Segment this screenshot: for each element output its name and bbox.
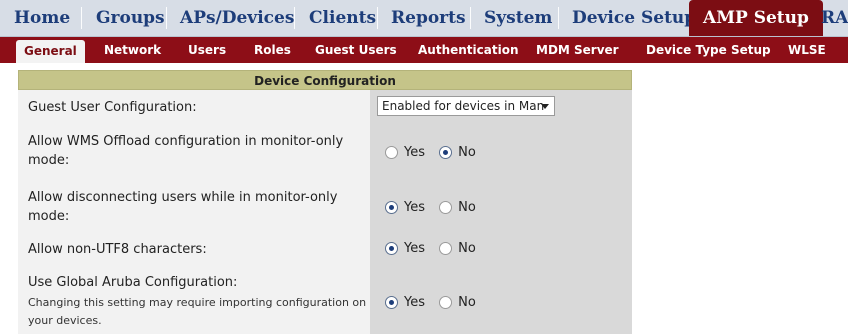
sub-navigation: General Network Users Roles Guest Users …: [0, 37, 848, 63]
wms-offload-no-radio[interactable]: [439, 146, 453, 159]
subtab-users[interactable]: Users: [188, 37, 226, 63]
wms-offload-radio-group: Yes No: [385, 145, 486, 165]
guest-user-config-select[interactable]: Enabled for devices in Man: [377, 96, 555, 116]
subtab-network[interactable]: Network: [104, 37, 161, 63]
nav-reports[interactable]: Reports: [391, 0, 466, 36]
disconnect-users-yes-radio[interactable]: [385, 201, 398, 214]
device-configuration-panel: Device Configuration Guest User Configur…: [18, 70, 632, 334]
wms-offload-label: Allow WMS Offload configuration in monit…: [28, 134, 344, 168]
no-label: No: [458, 241, 476, 256]
nav-aps-devices[interactable]: APs/Devices: [180, 0, 294, 36]
subtab-mdm-server[interactable]: MDM Server: [536, 37, 619, 63]
subtab-device-type-setup[interactable]: Device Type Setup: [646, 37, 771, 63]
nav-device-setup[interactable]: Device Setup: [572, 0, 696, 36]
global-aruba-label: Use Global Aruba Configuration: Changing…: [28, 273, 368, 330]
nav-groups[interactable]: Groups: [96, 0, 165, 36]
top-navigation: Home Groups APs/Devices Clients Reports …: [0, 0, 848, 37]
nav-separator: [294, 7, 295, 29]
disconnect-users-no-radio[interactable]: [439, 201, 453, 214]
yes-label: Yes: [404, 241, 425, 256]
non-utf8-label: Allow non-UTF8 characters:: [28, 242, 207, 257]
global-aruba-yes-radio[interactable]: [385, 296, 398, 309]
nav-separator: [166, 7, 167, 29]
global-aruba-radio-group: Yes No: [385, 295, 486, 315]
no-label: No: [458, 295, 476, 310]
no-label: No: [458, 145, 476, 160]
subtab-roles[interactable]: Roles: [254, 37, 291, 63]
yes-label: Yes: [404, 145, 425, 160]
subtab-guest-users[interactable]: Guest Users: [315, 37, 397, 63]
no-label: No: [458, 200, 476, 215]
nav-home[interactable]: Home: [14, 0, 70, 36]
non-utf8-yes-radio[interactable]: [385, 242, 398, 255]
yes-label: Yes: [404, 295, 425, 310]
non-utf8-no-radio[interactable]: [439, 242, 453, 255]
nav-separator: [558, 7, 559, 29]
disconnect-users-radio-group: Yes No: [385, 200, 486, 220]
disconnect-users-label: Allow disconnecting users while in monit…: [28, 190, 338, 224]
nav-system[interactable]: System: [484, 0, 552, 36]
wms-offload-yes-radio[interactable]: [385, 146, 398, 159]
section-header: Device Configuration: [18, 70, 632, 90]
select-value: Enabled for devices in Man: [382, 99, 545, 113]
global-aruba-title: Use Global Aruba Configuration:: [28, 275, 238, 290]
non-utf8-radio-group: Yes No: [385, 241, 486, 261]
subtab-wlse[interactable]: WLSE: [788, 37, 826, 63]
nav-separator: [81, 7, 82, 29]
subtab-general[interactable]: General: [16, 40, 85, 63]
global-aruba-hint: Changing this setting may require import…: [28, 296, 367, 327]
guest-user-config-label: Guest User Configuration:: [28, 100, 197, 115]
global-aruba-no-radio[interactable]: [439, 296, 453, 309]
nav-separator: [377, 7, 378, 29]
subtab-authentication[interactable]: Authentication: [418, 37, 519, 63]
nav-clients[interactable]: Clients: [309, 0, 376, 36]
yes-label: Yes: [404, 200, 425, 215]
dropdown-arrow-icon: [541, 104, 549, 109]
nav-amp-setup[interactable]: AMP Setup: [689, 0, 823, 36]
nav-separator: [470, 7, 471, 29]
nav-raf[interactable]: RAF: [821, 0, 848, 36]
